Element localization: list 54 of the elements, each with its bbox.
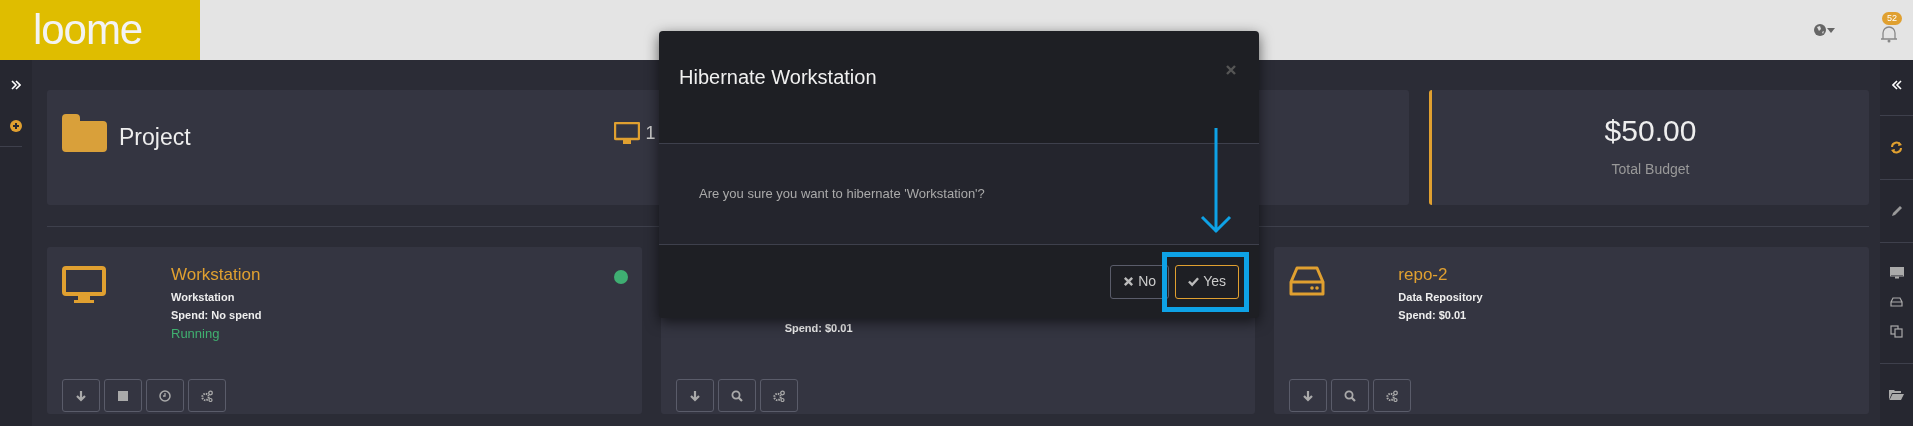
caret-icon bbox=[1827, 27, 1835, 33]
search-button[interactable] bbox=[717, 379, 756, 412]
monitor-icon bbox=[613, 121, 640, 146]
dialog-title: Hibernate Workstation bbox=[679, 65, 877, 90]
x-icon bbox=[1123, 276, 1135, 287]
download-icon bbox=[688, 389, 701, 402]
project-title: Project bbox=[119, 123, 191, 152]
add-icon[interactable] bbox=[10, 120, 22, 132]
expand-icon[interactable] bbox=[11, 80, 21, 90]
settings-button[interactable] bbox=[759, 379, 798, 412]
resource-name: Workstation bbox=[171, 264, 262, 286]
settings-button[interactable] bbox=[1373, 379, 1412, 412]
folder-icon[interactable] bbox=[1889, 389, 1904, 400]
download-button[interactable] bbox=[1289, 379, 1328, 412]
search-icon bbox=[1344, 389, 1357, 402]
stop-button[interactable] bbox=[104, 379, 142, 412]
workstation-count: 1 bbox=[645, 122, 656, 145]
no-button[interactable]: No bbox=[1110, 264, 1170, 299]
search-button[interactable] bbox=[1331, 379, 1370, 412]
download-button[interactable] bbox=[62, 379, 100, 412]
copy-icon[interactable] bbox=[1890, 325, 1903, 338]
settings-button[interactable] bbox=[188, 379, 226, 412]
gears-icon bbox=[1386, 389, 1399, 402]
resource-type: Workstation bbox=[171, 290, 236, 305]
monitor-icon[interactable] bbox=[1889, 267, 1904, 279]
stop-icon bbox=[117, 389, 129, 402]
dialog-message: Are you sure you want to hibernate 'Workstation'? bbox=[699, 185, 985, 204]
collapse-icon[interactable] bbox=[1891, 80, 1902, 90]
refresh-icon[interactable] bbox=[1890, 141, 1903, 154]
gears-icon bbox=[201, 389, 213, 402]
clock-icon bbox=[159, 389, 171, 402]
folder-icon bbox=[62, 114, 107, 152]
notification-badge: 52 bbox=[1882, 12, 1902, 25]
gears-icon bbox=[772, 389, 785, 402]
check-icon bbox=[1188, 276, 1200, 287]
resource-type: Data Repository bbox=[1398, 290, 1483, 305]
schedule-button[interactable] bbox=[146, 379, 184, 412]
resource-status: Running bbox=[171, 325, 221, 343]
drive-icon[interactable] bbox=[1890, 297, 1903, 307]
resource-spend: Spend: No spend bbox=[171, 308, 262, 323]
yes-button[interactable]: Yes bbox=[1175, 264, 1239, 299]
resource-spend: Spend: $0.01 bbox=[1398, 308, 1468, 323]
download-button[interactable] bbox=[675, 379, 714, 412]
download-icon bbox=[1302, 389, 1315, 402]
budget-label: Total Budget bbox=[1611, 160, 1690, 179]
download-icon bbox=[75, 389, 87, 402]
monitor-icon bbox=[62, 266, 106, 304]
bell-icon bbox=[1879, 24, 1899, 44]
resource-name: repo-2 bbox=[1398, 264, 1449, 286]
search-icon bbox=[730, 389, 743, 402]
resource-spend: Spend: $0.01 bbox=[784, 321, 853, 336]
pencil-icon[interactable] bbox=[1890, 205, 1903, 217]
budget-amount: $50.00 bbox=[1604, 113, 1697, 149]
drive-icon bbox=[1289, 266, 1326, 296]
